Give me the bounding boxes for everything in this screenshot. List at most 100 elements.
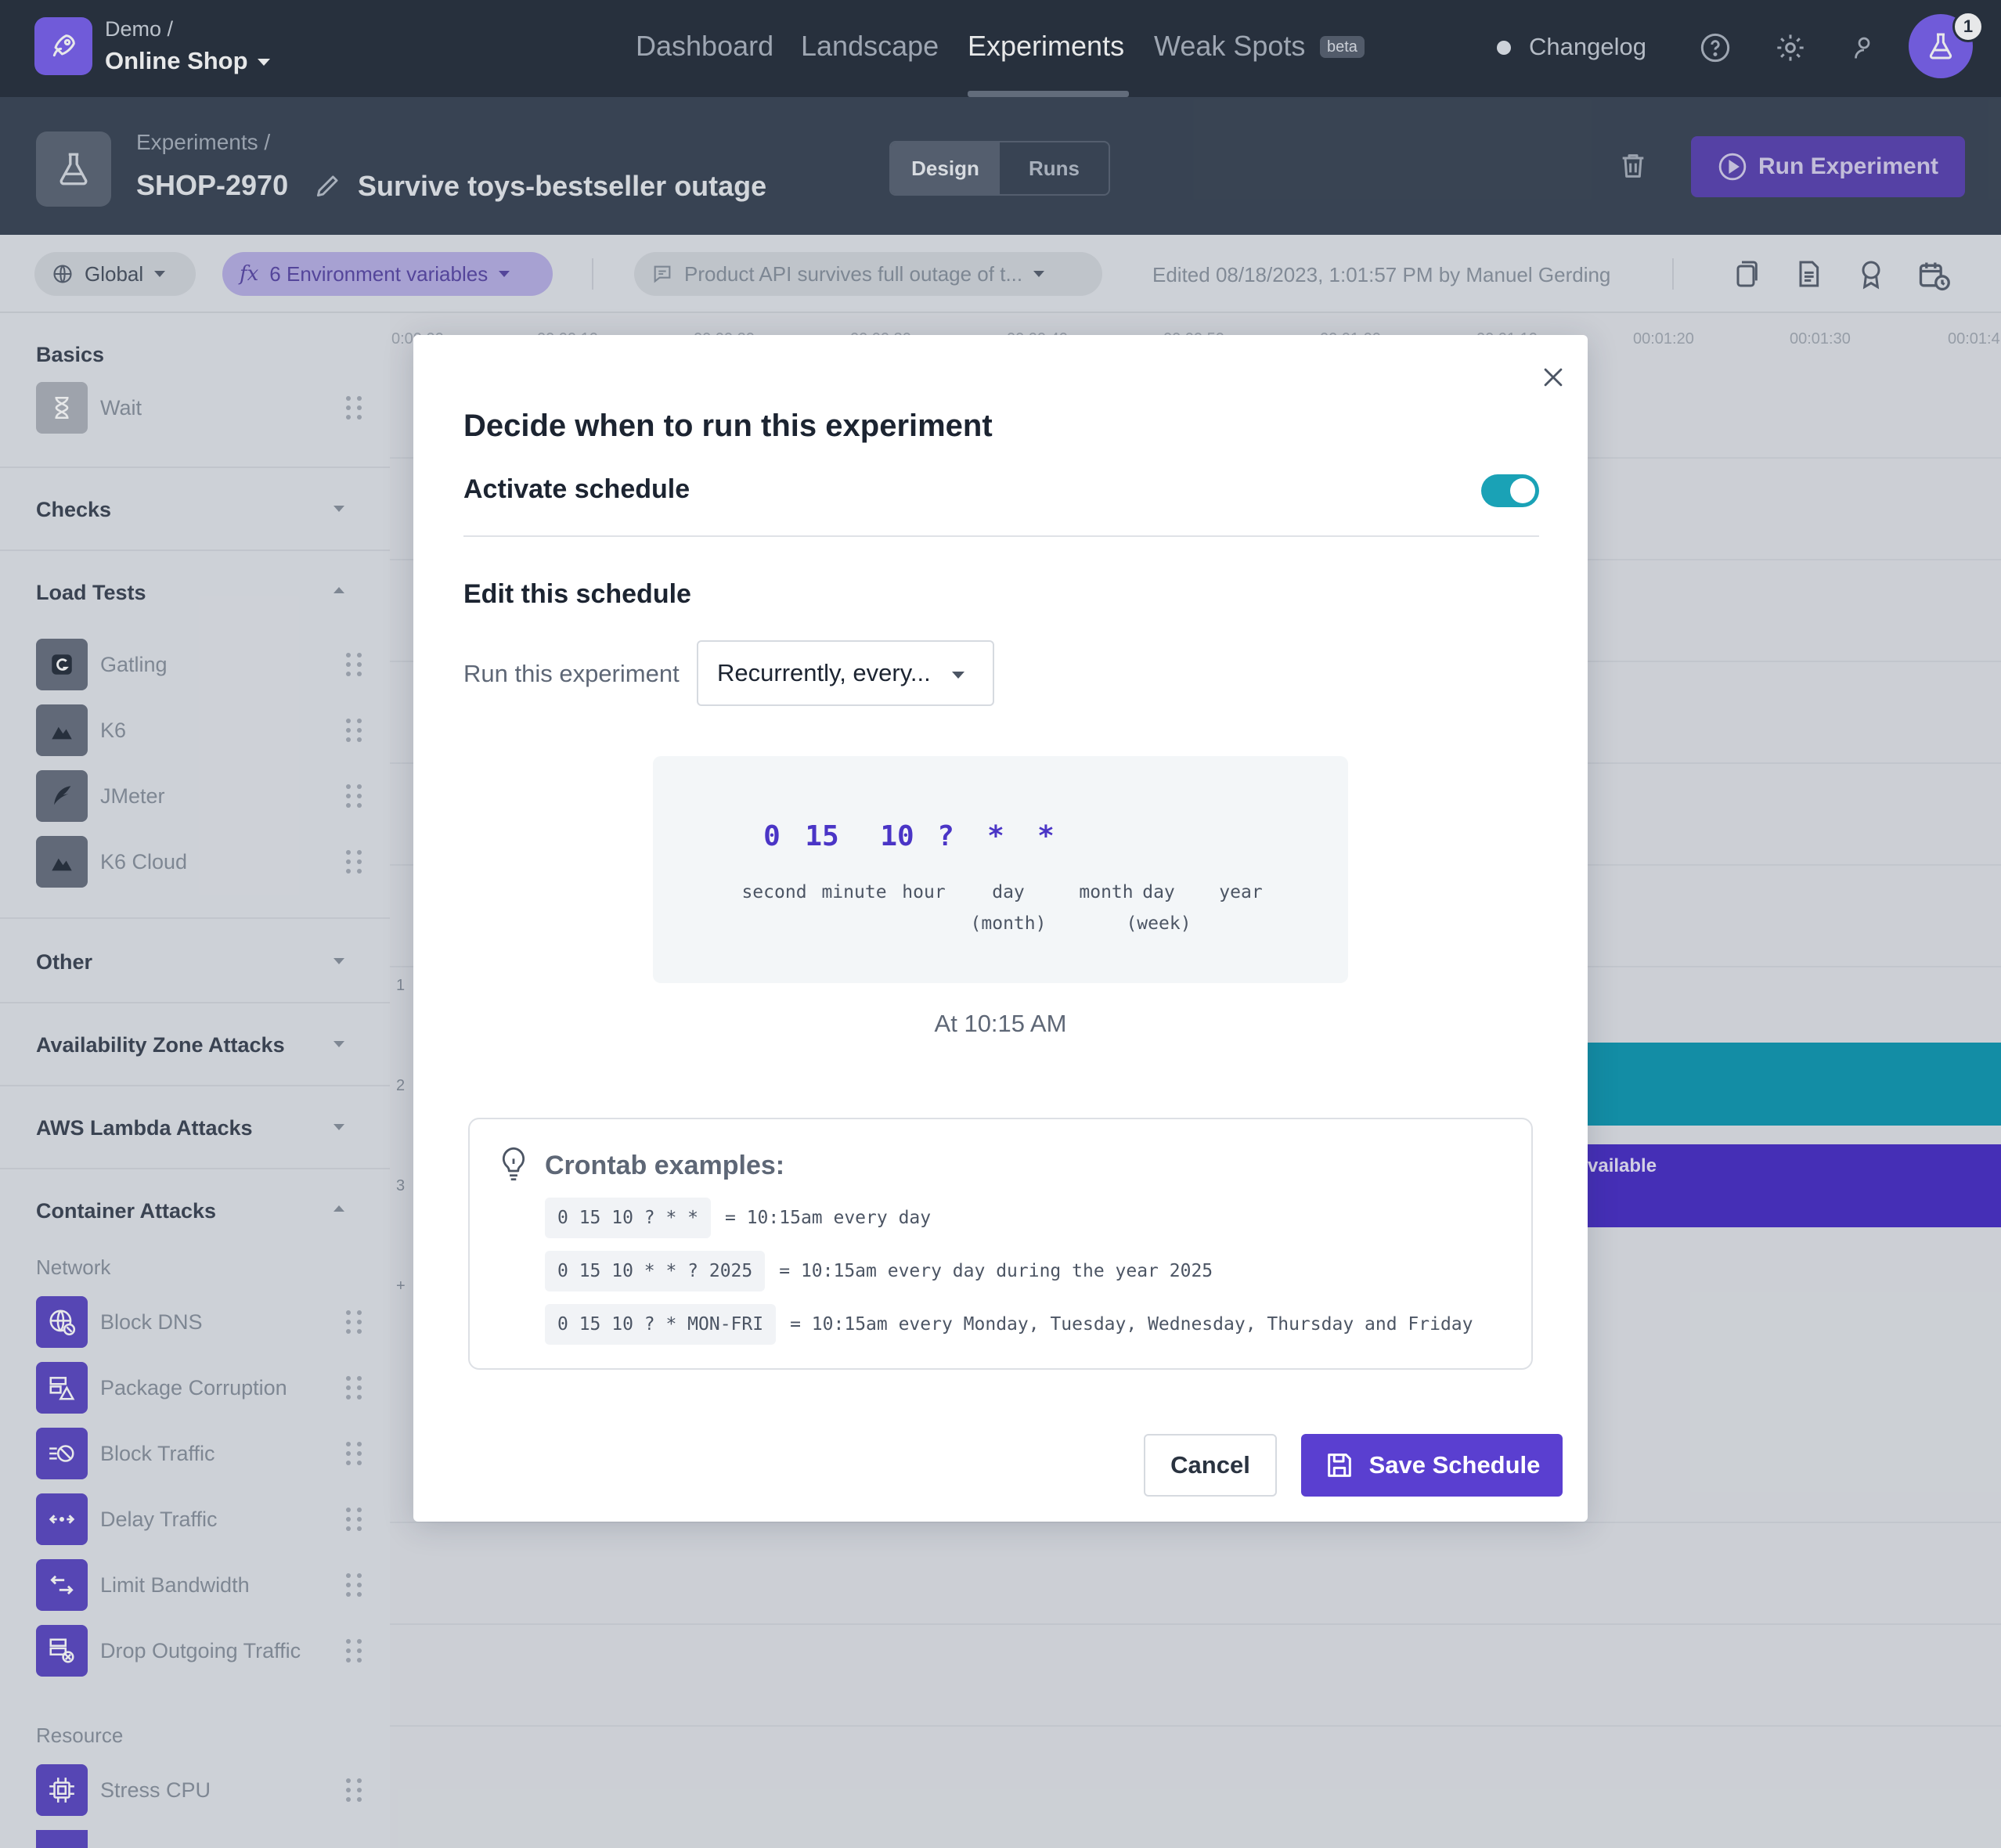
run-frequency-label: Run this experiment xyxy=(463,660,680,687)
hypothesis-select[interactable]: Product API survives full outage of t... xyxy=(634,252,1102,296)
step-k6-cloud[interactable]: K6 Cloud xyxy=(36,836,365,888)
cron-year-label: year xyxy=(1219,882,1263,902)
hourglass-icon xyxy=(36,382,88,434)
grid-line xyxy=(390,1725,2001,1727)
step-label: Package Corruption xyxy=(100,1375,287,1400)
globe-icon xyxy=(53,265,72,283)
globe-block-icon xyxy=(36,1296,88,1348)
save-schedule-label: Save Schedule xyxy=(1368,1451,1541,1479)
activate-schedule-toggle[interactable] xyxy=(1481,474,1539,507)
chevron-up-icon[interactable] xyxy=(334,587,344,593)
section-aws-lambda-attacks[interactable]: AWS Lambda Attacks xyxy=(36,1116,253,1140)
cron-day-week-value: * xyxy=(1037,820,1055,852)
chevron-down-icon[interactable] xyxy=(334,1124,344,1130)
save-schedule-button[interactable]: Save Schedule xyxy=(1301,1434,1563,1497)
step-next[interactable] xyxy=(36,1830,365,1848)
step-block-dns[interactable]: Block DNS xyxy=(36,1296,365,1348)
timeline-step-purple[interactable]: vailable xyxy=(1588,1144,2001,1227)
drag-handle-icon[interactable] xyxy=(346,1777,365,1803)
divider xyxy=(0,467,390,468)
cron-hour-label: hour xyxy=(902,882,946,902)
drag-handle-icon[interactable] xyxy=(346,848,365,875)
section-checks[interactable]: Checks xyxy=(36,498,111,522)
step-label: Drop Outgoing Traffic xyxy=(100,1638,301,1662)
view-switcher: Design Runs xyxy=(889,141,1110,196)
step-jmeter[interactable]: JMeter xyxy=(36,770,365,822)
close-icon[interactable] xyxy=(1536,360,1570,394)
section-load-tests[interactable]: Load Tests xyxy=(36,581,146,605)
changelog-dot-icon xyxy=(1497,41,1511,55)
top-navigation: Demo / Online Shop Dashboard Landscape E… xyxy=(0,0,2001,97)
copy-icon[interactable] xyxy=(1730,258,1763,291)
drag-handle-icon[interactable] xyxy=(346,1506,365,1533)
add-lane-icon[interactable]: + xyxy=(396,1277,406,1295)
last-edited-info: Edited 08/18/2023, 1:01:57 PM by Manuel … xyxy=(1152,263,1611,286)
trash-icon[interactable] xyxy=(1617,150,1652,185)
drag-handle-icon[interactable] xyxy=(346,1440,365,1467)
experiment-title[interactable]: Survive toys-bestseller outage xyxy=(358,170,766,203)
package-corruption-icon xyxy=(36,1362,88,1414)
document-icon[interactable] xyxy=(1793,258,1826,291)
edit-schedule-heading: Edit this schedule xyxy=(463,579,691,609)
drag-handle-icon[interactable] xyxy=(346,1309,365,1335)
step-k6[interactable]: K6 xyxy=(36,704,365,756)
step-stress-cpu[interactable]: Stress CPU xyxy=(36,1764,365,1816)
drag-handle-icon[interactable] xyxy=(346,783,365,809)
run-frequency-select[interactable]: Recurrently, every... xyxy=(697,640,994,706)
step-limit-bandwidth[interactable]: Limit Bandwidth xyxy=(36,1559,365,1611)
timeline-step-teal[interactable] xyxy=(1588,1043,2001,1126)
nav-dashboard[interactable]: Dashboard xyxy=(636,30,773,63)
org-switcher[interactable]: Online Shop xyxy=(105,47,270,75)
step-label: Limit Bandwidth xyxy=(100,1572,250,1597)
tab-design[interactable]: Design xyxy=(891,142,1000,194)
k6-icon xyxy=(36,704,88,756)
example-description: = 10:15am every day during the year 2025 xyxy=(779,1261,1213,1281)
environment-label: Global xyxy=(85,261,144,286)
step-package-corruption[interactable]: Package Corruption xyxy=(36,1362,365,1414)
chevron-down-icon[interactable] xyxy=(334,1041,344,1047)
chevron-down-icon[interactable] xyxy=(334,506,344,512)
step-drop-outgoing-traffic[interactable]: Drop Outgoing Traffic xyxy=(36,1625,365,1677)
drag-handle-icon[interactable] xyxy=(346,717,365,744)
gatling-icon xyxy=(36,639,88,690)
changelog-link[interactable]: Changelog xyxy=(1529,33,1646,61)
drag-handle-icon[interactable] xyxy=(346,651,365,678)
divider xyxy=(0,1002,390,1003)
caret-down-icon xyxy=(1033,271,1045,277)
environment-select[interactable]: Global xyxy=(34,252,196,296)
chevron-up-icon[interactable] xyxy=(334,1205,344,1212)
help-icon[interactable] xyxy=(1697,30,1733,66)
chevron-down-icon[interactable] xyxy=(334,958,344,964)
section-container-attacks[interactable]: Container Attacks xyxy=(36,1199,216,1223)
nav-experiments[interactable]: Experiments xyxy=(968,30,1124,63)
award-icon[interactable] xyxy=(1855,258,1888,291)
cancel-button[interactable]: Cancel xyxy=(1144,1434,1277,1497)
tab-runs[interactable]: Runs xyxy=(1000,142,1109,194)
step-block-traffic[interactable]: Block Traffic xyxy=(36,1428,365,1479)
user-icon[interactable] xyxy=(1846,30,1882,66)
divider xyxy=(463,535,1539,537)
step-delay-traffic[interactable]: Delay Traffic xyxy=(36,1493,365,1545)
section-other[interactable]: Other xyxy=(36,950,92,974)
fx-icon: fx xyxy=(240,262,259,286)
environment-variables-button[interactable]: fx 6 Environment variables xyxy=(222,252,553,296)
drop-traffic-icon xyxy=(36,1625,88,1677)
schedule-calendar-icon[interactable] xyxy=(1916,258,1950,291)
toggle-knob xyxy=(1510,478,1535,503)
cron-minute-value: 15 xyxy=(805,820,839,852)
nav-weak-spots[interactable]: Weak Spots xyxy=(1154,30,1305,63)
drag-handle-icon[interactable] xyxy=(346,1374,365,1401)
k6-cloud-icon xyxy=(36,836,88,888)
step-gatling[interactable]: Gatling xyxy=(36,639,365,690)
breadcrumb[interactable]: Experiments / xyxy=(136,130,270,155)
drag-handle-icon[interactable] xyxy=(346,1637,365,1664)
gear-icon[interactable] xyxy=(1772,30,1808,66)
drag-handle-icon[interactable] xyxy=(346,1572,365,1598)
pencil-icon[interactable] xyxy=(313,171,344,202)
step-wait[interactable]: Wait xyxy=(36,382,365,434)
nav-landscape[interactable]: Landscape xyxy=(801,30,939,63)
run-experiment-button[interactable]: Run Experiment xyxy=(1691,136,1965,197)
rocket-icon[interactable] xyxy=(34,17,92,75)
section-availability-zone-attacks[interactable]: Availability Zone Attacks xyxy=(36,1033,285,1057)
drag-handle-icon[interactable] xyxy=(346,394,365,421)
